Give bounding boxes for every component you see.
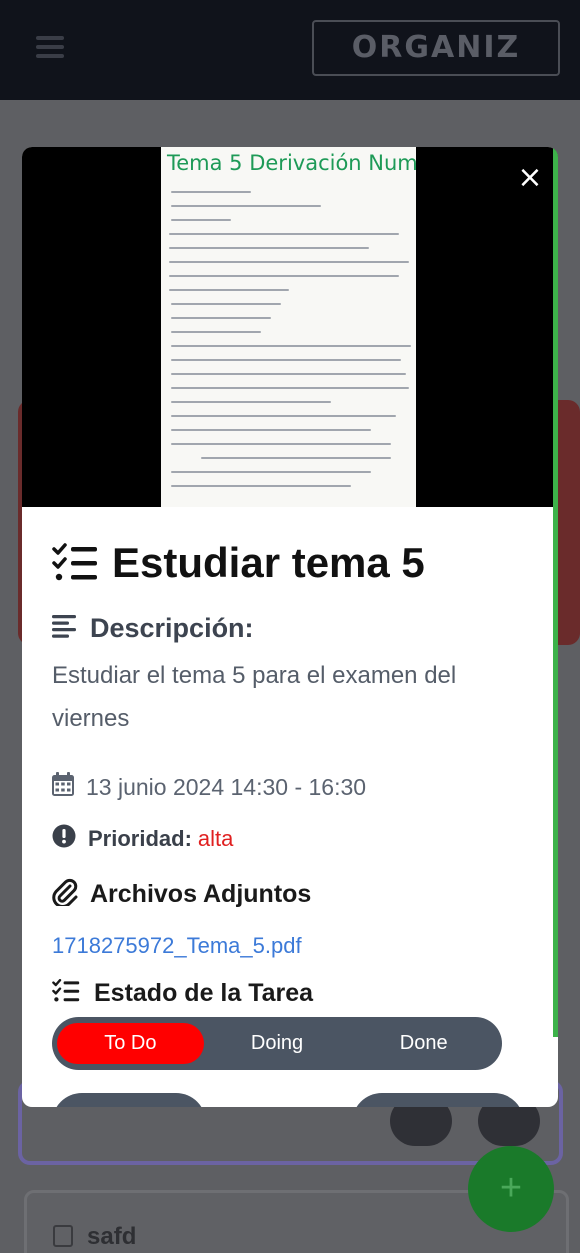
handwriting-line xyxy=(171,429,371,431)
handwriting-line xyxy=(171,471,371,473)
handwriting-line xyxy=(169,233,399,235)
background-card-title: safd xyxy=(87,1223,137,1250)
description-heading: Descripción: xyxy=(90,613,254,643)
task-title: Estudiar tema 5 xyxy=(112,539,425,586)
handwriting-line xyxy=(201,457,391,459)
status-heading-row: Estado de la Tarea xyxy=(52,979,532,1008)
handwriting-line xyxy=(171,401,331,403)
status-toggle: To Do Doing Done xyxy=(52,1017,502,1070)
task-date: 13 junio 2024 14:30 - 16:30 xyxy=(86,773,367,800)
delete-button[interactable] xyxy=(352,1093,524,1107)
handwriting-line xyxy=(171,205,321,207)
task-detail-modal: Tema 5 Derivación Numérica × Estudiar te… xyxy=(22,147,558,1107)
date-row: 13 junio 2024 14:30 - 16:30 xyxy=(52,772,532,802)
handwriting-line xyxy=(171,387,409,389)
status-option-doing[interactable]: Doing xyxy=(204,1023,351,1064)
handwriting-line xyxy=(169,261,409,263)
handwriting-line xyxy=(171,331,261,333)
app-logo: ORGANIZ xyxy=(312,20,560,76)
handwriting-line xyxy=(171,219,231,221)
document-preview-title: Tema 5 Derivación Numérica xyxy=(167,151,416,175)
handwriting-line xyxy=(171,303,281,305)
document-preview-image: Tema 5 Derivación Numérica xyxy=(161,147,416,507)
add-task-button: + xyxy=(468,1146,554,1232)
status-option-done[interactable]: Done xyxy=(350,1023,497,1064)
edit-button[interactable] xyxy=(52,1093,206,1107)
status-heading: Estado de la Tarea xyxy=(94,979,314,1007)
handwriting-line xyxy=(171,191,251,193)
align-left-icon xyxy=(52,614,78,643)
exclamation-circle-icon xyxy=(52,824,76,854)
paperclip-icon xyxy=(52,878,78,911)
modal-accent-edge xyxy=(553,147,558,1037)
list-check-icon xyxy=(52,979,80,1008)
attachments-heading-row: Archivos Adjuntos xyxy=(52,878,532,911)
handwriting-line xyxy=(171,485,351,487)
handwriting-line xyxy=(171,359,401,361)
attachment-file-link[interactable]: 1718275972_Tema_5.pdf xyxy=(52,933,532,959)
status-option-todo[interactable]: To Do xyxy=(57,1023,204,1064)
handwriting-line xyxy=(171,443,391,445)
handwriting-line xyxy=(171,373,406,375)
menu-icon[interactable] xyxy=(36,36,64,58)
description-text: Estudiar el tema 5 para el examen del vi… xyxy=(52,662,457,732)
priority-value: alta xyxy=(197,826,234,851)
task-details: Estudiar tema 5 Descripción: Estudiar el… xyxy=(52,539,532,1008)
handwriting-line xyxy=(171,415,396,417)
attachment-preview: Tema 5 Derivación Numérica × xyxy=(22,147,558,507)
attachments-heading: Archivos Adjuntos xyxy=(90,880,312,908)
calendar-icon xyxy=(52,772,74,802)
handwriting-line xyxy=(169,275,399,277)
task-title-row: Estudiar tema 5 xyxy=(52,539,532,587)
app-header: ORGANIZ xyxy=(0,0,580,100)
list-check-icon xyxy=(52,543,98,583)
handwriting-line xyxy=(171,345,411,347)
handwriting-line xyxy=(171,317,271,319)
description-heading-row: Descripción: xyxy=(52,613,532,644)
checkbox-icon xyxy=(53,1225,73,1247)
priority-label: Prioridad: xyxy=(88,826,192,851)
close-icon[interactable]: × xyxy=(516,163,544,193)
handwriting-line xyxy=(169,247,369,249)
handwriting-line xyxy=(169,289,289,291)
priority-row: Prioridad: alta xyxy=(52,824,532,854)
